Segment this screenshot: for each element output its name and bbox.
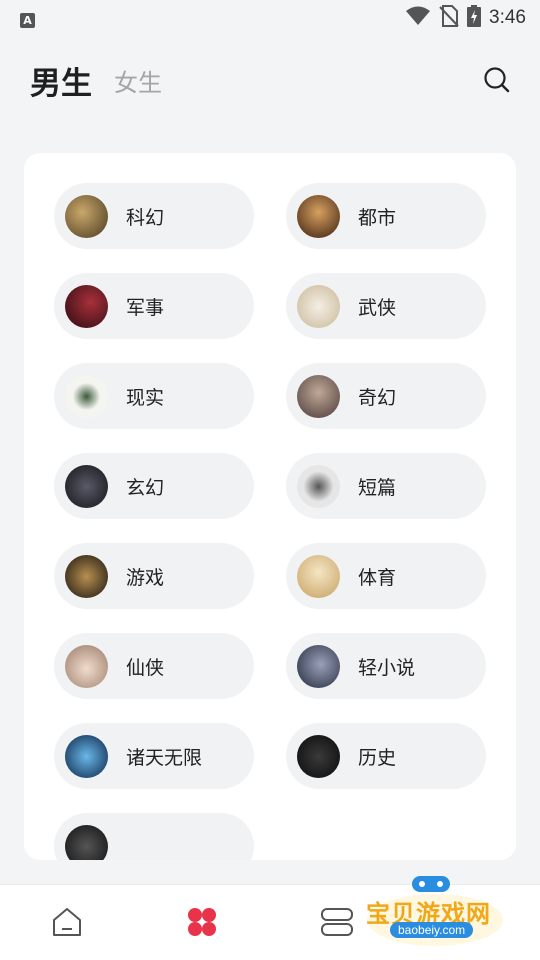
category-thumb [297, 284, 340, 328]
category-item-xuanhuan[interactable]: 玄幻 [54, 453, 254, 519]
category-item-xianxia[interactable]: 仙侠 [54, 633, 254, 699]
category-label: 诸天无限 [126, 746, 203, 769]
category-item-sports[interactable]: 体育 [286, 543, 486, 609]
watermark: 宝贝游戏网 baobeiy.com [360, 872, 510, 952]
category-item-military[interactable]: 军事 [54, 273, 254, 339]
bookshelf-icon[interactable] [320, 905, 354, 939]
category-thumb [297, 554, 340, 598]
category-thumb [297, 734, 340, 778]
category-thumb [65, 464, 108, 508]
category-label: 体育 [358, 566, 397, 589]
category-grid: 科幻 都市 军事 武侠 现实 奇幻 玄幻 短篇 游戏 体育 仙侠 轻小说 诸天无… [54, 183, 486, 860]
category-label: 武侠 [358, 296, 397, 319]
category-label: 游戏 [126, 566, 165, 589]
category-thumb [297, 194, 340, 238]
category-grid-icon[interactable] [185, 905, 219, 939]
category-label: 玄幻 [126, 476, 165, 499]
category-item-infinite-worlds[interactable]: 诸天无限 [54, 723, 254, 789]
status-bar: A 3:46 [0, 0, 540, 36]
category-label: 科幻 [126, 206, 165, 229]
category-thumb [297, 644, 340, 688]
category-item-fantasy[interactable]: 奇幻 [286, 363, 486, 429]
category-item-short[interactable]: 短篇 [286, 453, 486, 519]
tab-female[interactable]: 女生 [114, 63, 162, 98]
notification-icon: A [20, 12, 35, 28]
battery-charging-icon [467, 5, 482, 31]
clock: 3:46 [489, 7, 526, 28]
category-item-light-novel[interactable]: 轻小说 [286, 633, 486, 699]
category-item-reality[interactable]: 现实 [54, 363, 254, 429]
category-thumb [65, 644, 108, 688]
category-thumb [297, 464, 340, 508]
category-item-partial[interactable] [54, 813, 254, 860]
category-label: 奇幻 [358, 386, 397, 409]
header: 男生 女生 [0, 50, 540, 110]
category-card: 科幻 都市 军事 武侠 现实 奇幻 玄幻 短篇 游戏 体育 仙侠 轻小说 诸天无… [24, 153, 516, 860]
category-label: 历史 [358, 746, 397, 769]
category-item-history[interactable]: 历史 [286, 723, 486, 789]
category-item-wuxia[interactable]: 武侠 [286, 273, 486, 339]
category-label: 轻小说 [358, 656, 416, 679]
category-thumb [65, 734, 108, 778]
category-thumb [65, 824, 108, 860]
category-item-urban[interactable]: 都市 [286, 183, 486, 249]
category-thumb [65, 374, 108, 418]
category-label: 都市 [358, 206, 397, 229]
category-label: 短篇 [358, 476, 397, 499]
category-label: 现实 [126, 386, 165, 409]
category-item-game[interactable]: 游戏 [54, 543, 254, 609]
watermark-url: baobeiy.com [390, 922, 474, 938]
category-label: 仙侠 [126, 656, 165, 679]
no-sim-icon [439, 5, 459, 31]
home-icon[interactable] [50, 905, 84, 939]
category-label: 军事 [126, 296, 165, 319]
category-thumb [65, 194, 108, 238]
category-thumb [65, 284, 108, 328]
tab-male[interactable]: 男生 [30, 58, 92, 103]
category-thumb [65, 554, 108, 598]
search-icon[interactable] [482, 65, 512, 95]
category-item-scifi[interactable]: 科幻 [54, 183, 254, 249]
wifi-icon [405, 6, 431, 30]
category-thumb [297, 374, 340, 418]
